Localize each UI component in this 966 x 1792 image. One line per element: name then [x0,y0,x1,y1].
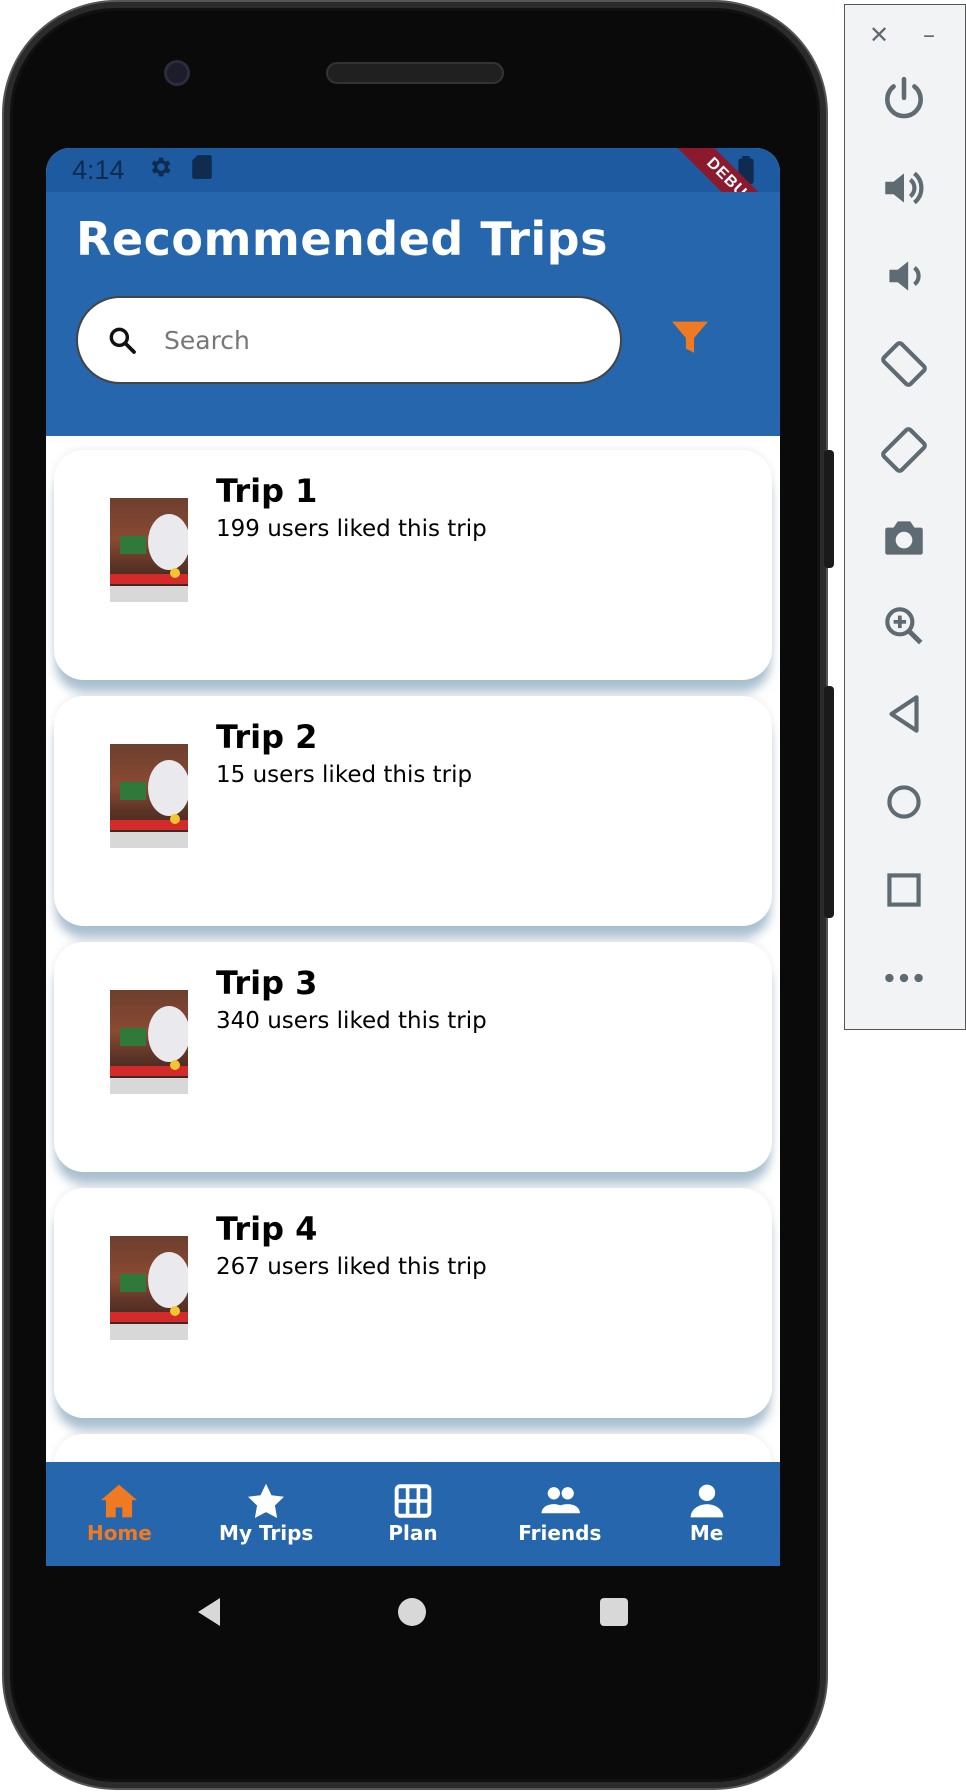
nav-home[interactable]: Home [46,1462,193,1566]
settings-icon [147,154,173,187]
nav-label: Me [689,1521,724,1545]
home-icon [101,1484,138,1518]
home-circle-icon[interactable] [398,1598,426,1626]
volume-down-icon[interactable] [879,251,929,301]
star-icon [248,1483,285,1519]
nav-me[interactable]: Me [633,1462,780,1566]
trip-thumbnail [110,498,188,602]
nav-label: My Trips [219,1521,314,1545]
front-camera [164,60,190,86]
grid-icon [394,1484,432,1518]
search-bar[interactable] [76,296,622,384]
earpiece-speaker [326,62,504,84]
nav-label: Friends [518,1521,602,1545]
trip-thumbnail [110,1236,188,1340]
trip-card[interactable]: Trip 3 340 users liked this trip [54,942,772,1172]
trip-card[interactable]: Trip 1 199 users liked this trip [54,450,772,680]
phone-side-button [824,686,834,918]
zoom-icon[interactable] [879,601,929,651]
trip-likes: 340 users liked this trip [216,1008,487,1034]
system-nav-bar [46,1566,780,1658]
close-icon[interactable]: ✕ [869,21,889,49]
back-icon[interactable] [879,689,929,739]
status-time: 4:14 [72,154,125,185]
trip-card[interactable] [54,1434,772,1462]
home-icon[interactable] [879,777,929,827]
person-icon [690,1484,723,1518]
filter-icon[interactable] [670,320,710,356]
sd-card-icon [191,154,213,187]
trip-thumbnail [110,744,188,848]
overview-icon[interactable] [879,865,929,915]
app-header: Recommended Trips [46,192,780,436]
trip-card[interactable]: Trip 2 15 users liked this trip [54,696,772,926]
recents-square-icon[interactable] [600,1598,628,1626]
phone-side-button [824,450,834,568]
nav-plan[interactable]: Plan [340,1462,487,1566]
people-icon [541,1487,580,1514]
trip-likes: 199 users liked this trip [216,516,487,542]
nav-label: Plan [388,1521,438,1545]
trip-name: Trip 4 [216,1210,318,1248]
trip-likes: 267 users liked this trip [216,1254,487,1280]
nav-friends[interactable]: Friends [486,1462,633,1566]
emulator-control-panel: ✕ – [844,4,966,1030]
back-icon[interactable] [196,1596,222,1628]
bottom-nav: Home My Trips Plan Friends Me [46,1462,780,1566]
search-input[interactable] [164,325,564,355]
trip-card[interactable]: Trip 4 267 users liked this trip [54,1188,772,1418]
nav-label: Home [86,1521,152,1545]
camera-icon[interactable] [879,513,929,563]
trip-name: Trip 2 [216,718,318,756]
trip-name: Trip 1 [216,472,318,510]
minimize-icon[interactable]: – [923,21,935,49]
nav-my-trips[interactable]: My Trips [193,1462,340,1566]
volume-up-icon[interactable] [879,163,929,213]
status-bar: 4:14 DEBUG [46,148,780,253]
search-icon [109,327,136,354]
app-screen: 4:14 DEBUG Recommended Trips Search Trip… [46,148,780,1566]
more-icon[interactable] [879,953,929,1003]
power-icon[interactable] [879,75,929,125]
rotate-left-icon[interactable] [879,339,929,389]
trip-list[interactable]: Trip 1 199 users liked this trip Trip 2 … [46,436,780,1462]
page-title: Recommended Trips [76,212,608,266]
trip-name: Trip 3 [216,964,318,1002]
trip-likes: 15 users liked this trip [216,762,473,788]
rotate-right-icon[interactable] [879,425,929,475]
trip-thumbnail [110,990,188,1094]
